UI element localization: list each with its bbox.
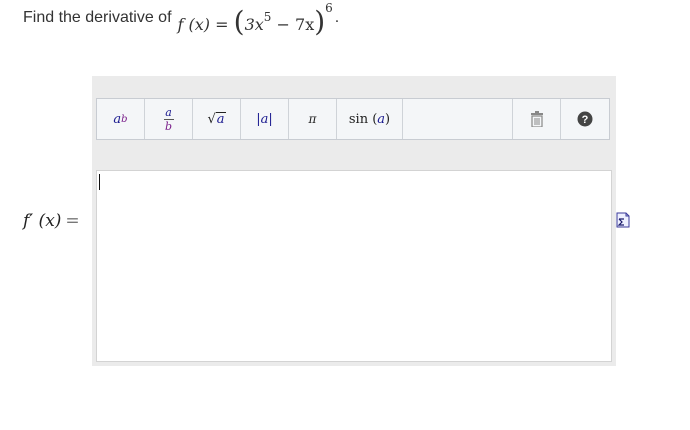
fraction-icon: a b [163,105,174,133]
function-lhs: f (x) = [177,15,229,34]
pi-label: π [308,112,317,126]
math-toolbar: ab a b √ a |a| π sin (a) ? [96,98,610,140]
answer-input[interactable] [96,170,612,362]
sin-arg: a [377,111,386,127]
question-text: Find the derivative of f (x) = (3x5 − 7x… [23,0,339,36]
function-expression: f (x) = (3x5 − 7x)6 [177,1,333,38]
fraction-denominator: b [164,119,173,133]
pi-button[interactable]: π [289,99,337,139]
power-base: a [113,111,122,127]
power-exponent: b [121,113,128,125]
answer-lhs: f′ (x) [23,211,62,231]
help-icon: ? [577,111,593,127]
abs-label: |a| [256,111,273,127]
sin-label: sin [348,111,369,127]
trash-icon [530,111,543,127]
delete-button[interactable] [513,99,561,139]
base-exponent: 5 [263,10,272,24]
answer-label: f′ (x) = [23,211,80,231]
sin-button[interactable]: sin (a) [337,99,403,139]
question-prompt: Find the derivative of [23,9,172,26]
sqrt-button[interactable]: √ a [193,99,241,139]
base-term: 3x [244,15,264,34]
outer-exponent: 6 [325,1,333,15]
sqrt-icon: √ a [207,111,226,127]
fraction-numerator: a [165,105,172,119]
minus-term: − 7x [276,15,315,34]
help-button[interactable]: ? [561,99,609,139]
absolute-value-button[interactable]: |a| [241,99,289,139]
toolbar-spacer [403,99,513,139]
sin-icon: sin (a) [348,111,391,127]
question-period: . [334,9,340,26]
close-paren: ) [314,5,326,38]
open-paren: ( [233,5,245,38]
sqrt-arg: a [215,111,226,127]
fraction-button[interactable]: a b [145,99,193,139]
text-caret [99,174,100,190]
answer-equals: = [65,211,80,231]
power-button[interactable]: ab [97,99,145,139]
formula-preview-icon[interactable] [616,212,630,228]
svg-text:?: ? [582,114,589,126]
